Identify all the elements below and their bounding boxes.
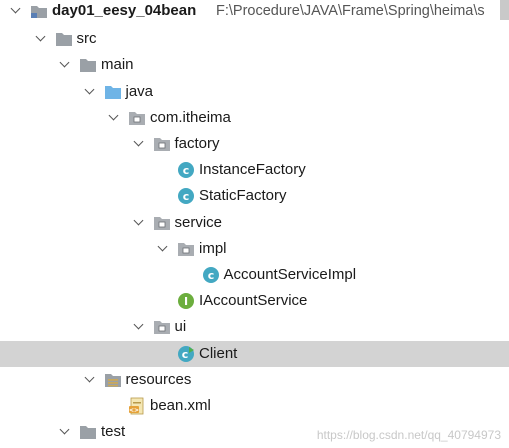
tree-row-java[interactable]: java [0, 79, 509, 105]
tree-row-main[interactable]: main [0, 52, 509, 78]
chevron-down-icon[interactable] [57, 55, 73, 75]
tree-label: ui [174, 318, 187, 336]
tree-row-factory[interactable]: factory [0, 131, 509, 157]
svg-text:c: c [183, 164, 190, 177]
tree-label: StaticFactory [199, 187, 287, 205]
tree-row-service[interactable]: service [0, 210, 509, 236]
project-tree: day01_eesy_04bean F:\Procedure\JAVA\Frame… [0, 0, 509, 448]
tree-row-com-itheima[interactable]: com.itheima [0, 105, 509, 131]
tree-label: com.itheima [150, 108, 231, 126]
tree-label: Client [199, 344, 238, 362]
tree-label: src [76, 30, 97, 48]
tree-row-bean-xml[interactable]: <> bean.xml [0, 393, 509, 419]
class-icon: c [202, 266, 220, 284]
tree-label: main [101, 56, 134, 74]
chevron-down-icon[interactable] [131, 213, 147, 233]
tree-label: java [125, 82, 154, 100]
chevron-down-icon[interactable] [82, 82, 98, 102]
tree-label: factory [174, 135, 220, 152]
tree-label: bean.xml [150, 397, 211, 414]
tree-label: day01_eesy_04bean [52, 2, 197, 19]
tree-row-instance-factory[interactable]: c InstanceFactory [0, 157, 509, 183]
chevron-down-icon[interactable] [82, 370, 98, 390]
tree-row-client[interactable]: c Client [0, 340, 509, 367]
package-icon [153, 135, 171, 153]
tree-row-account-service-impl[interactable]: c AccountServiceImpl [0, 262, 509, 288]
svg-text:<>: <> [129, 407, 139, 414]
project-path: F:\Procedure\JAVA\Frame\Spring\heima\s [216, 3, 485, 19]
package-icon [153, 214, 171, 232]
tree-label: service [174, 213, 223, 231]
package-icon [177, 240, 195, 258]
chevron-down-icon[interactable] [57, 422, 73, 442]
resources-root-icon [104, 371, 122, 389]
interface-icon: I [177, 292, 195, 310]
watermark: https://blog.csdn.net/qq_40794973 [316, 428, 501, 442]
source-root-icon [104, 83, 122, 101]
runnable-class-icon: c [177, 345, 195, 363]
tree-label: impl [199, 239, 227, 257]
tree-row-impl[interactable]: impl [0, 236, 509, 262]
package-icon [128, 109, 146, 127]
chevron-down-icon[interactable] [8, 1, 24, 21]
svg-text:c: c [182, 348, 189, 361]
chevron-down-icon[interactable] [155, 239, 171, 259]
chevron-down-icon[interactable] [131, 134, 147, 154]
tree-row-ui[interactable]: ui [0, 314, 509, 340]
tree-row-src[interactable]: src [0, 26, 509, 52]
tree-row-static-factory[interactable]: c StaticFactory [0, 183, 509, 209]
class-icon: c [177, 161, 195, 179]
xml-file-icon: <> [128, 397, 146, 415]
svg-text:c: c [207, 269, 214, 282]
tree-label: IAccountService [199, 292, 308, 310]
tree-row-resources[interactable]: resources [0, 367, 509, 393]
tree-label: AccountServiceImpl [223, 266, 357, 283]
tree-label: InstanceFactory [199, 161, 306, 179]
class-icon: c [177, 187, 195, 205]
tree-label: test [101, 423, 126, 441]
folder-icon [79, 56, 97, 74]
tree-row-iaccount-service[interactable]: I IAccountService [0, 288, 509, 314]
chevron-down-icon[interactable] [131, 317, 147, 337]
module-folder-icon [30, 2, 48, 20]
chevron-down-icon[interactable] [33, 29, 49, 49]
package-icon [153, 318, 171, 336]
tree-row-project-root[interactable]: day01_eesy_04bean F:\Procedure\JAVA\Frame… [0, 0, 509, 24]
svg-text:c: c [183, 190, 190, 203]
chevron-down-icon[interactable] [106, 108, 122, 128]
folder-icon [55, 30, 73, 48]
tree-label: resources [125, 370, 192, 388]
svg-text:I: I [184, 295, 188, 308]
folder-icon [79, 423, 97, 441]
